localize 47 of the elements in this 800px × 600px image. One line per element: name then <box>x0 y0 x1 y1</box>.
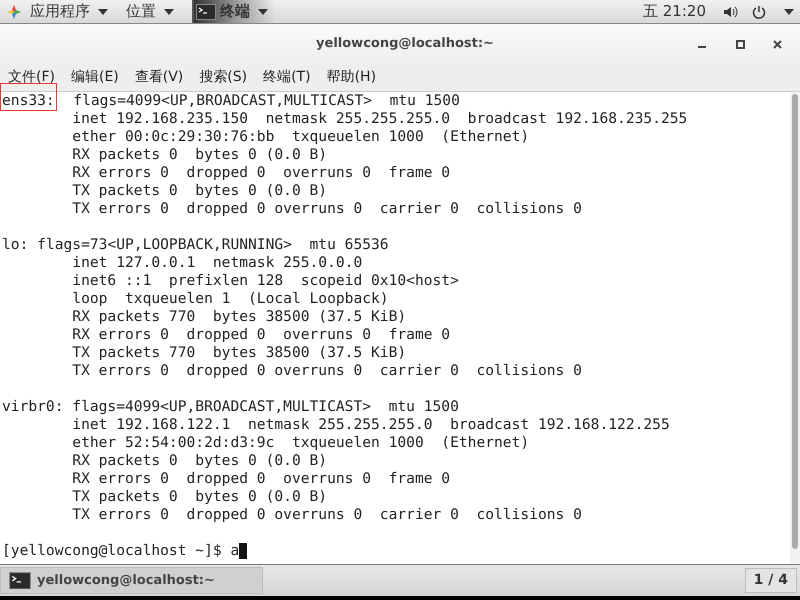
menu-item[interactable]: 查看(V) <box>134 67 184 88</box>
terminal-icon <box>196 4 216 20</box>
output-line: RX errors 0 dropped 0 overruns 0 frame 0 <box>71 326 450 344</box>
output-line: RX packets 770 bytes 38500 (37.5 KiB) <box>71 308 406 326</box>
scrollbar[interactable] <box>790 92 800 564</box>
volume-icon[interactable] <box>724 6 738 18</box>
terminal-icon <box>9 572 31 590</box>
output-line: TX errors 0 dropped 0 overruns 0 carrier 0 collisions 0 <box>71 200 582 218</box>
close-icon[interactable] <box>773 40 782 48</box>
menu-item[interactable]: 编辑(E) <box>70 67 119 88</box>
prompt-line: [yellowcong@localhost ~]$ a <box>2 542 240 560</box>
output-line: ether 52:54:00:2d:d3:9c txqueuelen 1000 (Ethernet) <box>71 434 530 452</box>
output-line: RX packets 0 bytes 0 (0.0 B) <box>71 452 328 470</box>
output-line: loop txqueuelen 1 (Local Loopback) <box>71 290 389 308</box>
output-line: TX packets 0 bytes 0 (0.0 B) <box>71 182 328 200</box>
output-line: inet 192.168.122.1 netmask 255.255.255.0 broadcast 192.168.122.255 <box>71 416 670 434</box>
clock[interactable]: 五 21:20 <box>643 0 706 23</box>
caret-icon <box>784 8 794 14</box>
output-line: TX errors 0 dropped 0 overruns 0 carrier 0 collisions 0 <box>71 506 582 524</box>
caret-icon <box>164 8 174 14</box>
output-line: virbr0: flags=4099<UP,BROADCAST,MULTICAST> mtu 1500 <box>2 398 459 416</box>
output-line: TX packets 0 bytes 0 (0.0 B) <box>71 488 328 506</box>
window-title: yellowcong@localhost:~ <box>316 35 494 54</box>
output-line: flags=4099<UP,BROADCAST,MULTICAST> mtu 1500 <box>72 92 460 110</box>
caret-icon <box>258 8 268 14</box>
active-app-menu[interactable]: 终端 <box>192 0 276 23</box>
menu-item[interactable]: 搜索(S) <box>199 67 248 88</box>
logo-icon <box>6 4 22 20</box>
taskbar-window-button[interactable]: yellowcong@localhost:~ <box>0 567 263 594</box>
output-line: inet 127.0.0.1 netmask 255.0.0.0 <box>71 254 362 272</box>
output-line: lo: flags=73<UP,LOOPBACK,RUNNING> mtu 65536 <box>2 236 389 254</box>
output-line: inet6 ::1 prefixlen 128 scopeid 0x10<host> <box>71 272 459 290</box>
top-menu[interactable]: 位置 <box>126 0 174 23</box>
workspace-indicator[interactable]: 1 / 4 <box>744 568 797 593</box>
caret-icon <box>98 8 108 14</box>
maximize-icon[interactable] <box>736 40 745 48</box>
output-line: inet 192.168.235.150 netmask 255.255.255.0 broadcast 192.168.235.255 <box>71 110 688 128</box>
output-line: ether 00:0c:29:30:76:bb txqueuelen 1000 (Ethernet) <box>71 128 530 146</box>
menu-item[interactable]: 终端(T) <box>263 67 311 88</box>
output-line: RX errors 0 dropped 0 overruns 0 frame 0 <box>71 470 450 488</box>
output-line: RX packets 0 bytes 0 (0.0 B) <box>71 146 328 164</box>
output-line: TX packets 770 bytes 38500 (37.5 KiB) <box>71 344 406 362</box>
output-line: TX errors 0 dropped 0 overruns 0 carrier 0 collisions 0 <box>71 362 582 380</box>
top-menu[interactable]: 应用程序 <box>30 0 108 23</box>
power-icon[interactable] <box>752 4 766 18</box>
output-line: RX errors 0 dropped 0 overruns 0 frame 0 <box>71 164 450 182</box>
menu-item[interactable]: 帮助(H) <box>326 67 376 88</box>
